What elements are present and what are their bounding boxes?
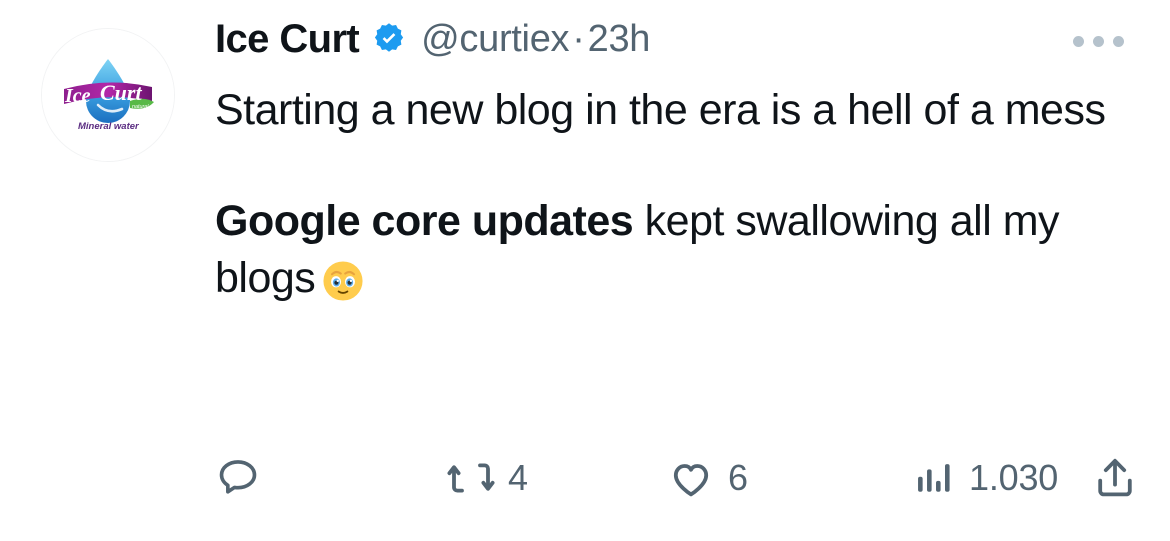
avatar[interactable]: natural Ice Curt Mineral water (40, 28, 175, 162)
tweet-post[interactable]: natural Ice Curt Mineral water Ice Curt … (0, 0, 1170, 541)
views-button[interactable]: 1.030 (912, 456, 1091, 500)
views-bar-chart-icon (912, 456, 956, 500)
tweet-body: Starting a new blog in the era is a hell… (215, 82, 1120, 308)
reply-button[interactable] (215, 455, 447, 501)
like-count: 6 (728, 457, 748, 498)
svg-text:Ice: Ice (64, 85, 91, 107)
retweet-icon (447, 454, 495, 502)
more-dot (1112, 35, 1124, 47)
retweet-count: 4 (508, 457, 528, 498)
timestamp: 23h (587, 18, 651, 60)
handle: @curtiex (421, 18, 570, 60)
more-dot (1092, 35, 1104, 47)
tweet-paragraph-2: Google core updates kept swallowing all … (215, 193, 1120, 307)
more-horizontal-icon[interactable] (1068, 24, 1128, 58)
bold-phrase: Google core updates (215, 197, 634, 246)
tweet-header: Ice Curt @curtiex·23h (215, 10, 1148, 68)
svg-text:Mineral water: Mineral water (78, 121, 140, 132)
like-button[interactable]: 6 (667, 454, 912, 502)
tweet-content: Ice Curt @curtiex·23h Starting a new blo… (215, 10, 1170, 541)
verified-badge-icon[interactable] (371, 21, 407, 57)
heart-icon (667, 454, 715, 502)
reply-icon (215, 455, 261, 501)
share-button[interactable] (1091, 454, 1152, 502)
retweet-button[interactable]: 4 (447, 454, 667, 502)
views-count: 1.030 (969, 457, 1059, 498)
svg-text:Curt: Curt (100, 80, 142, 105)
avatar-column: natural Ice Curt Mineral water (0, 10, 215, 541)
handle-and-time[interactable]: @curtiex·23h (421, 20, 650, 58)
pleading-face-emoji-icon (321, 259, 365, 303)
tweet-paragraph-1: Starting a new blog in the era is a hell… (215, 86, 1106, 134)
display-name[interactable]: Ice Curt (215, 19, 360, 59)
separator-dot: · (572, 18, 585, 60)
more-dot (1072, 35, 1084, 47)
share-upload-icon (1091, 454, 1139, 502)
tweet-actions: 4 6 1.030 (215, 451, 1152, 505)
ice-curt-mineral-water-logo-icon: natural Ice Curt Mineral water (41, 29, 174, 161)
